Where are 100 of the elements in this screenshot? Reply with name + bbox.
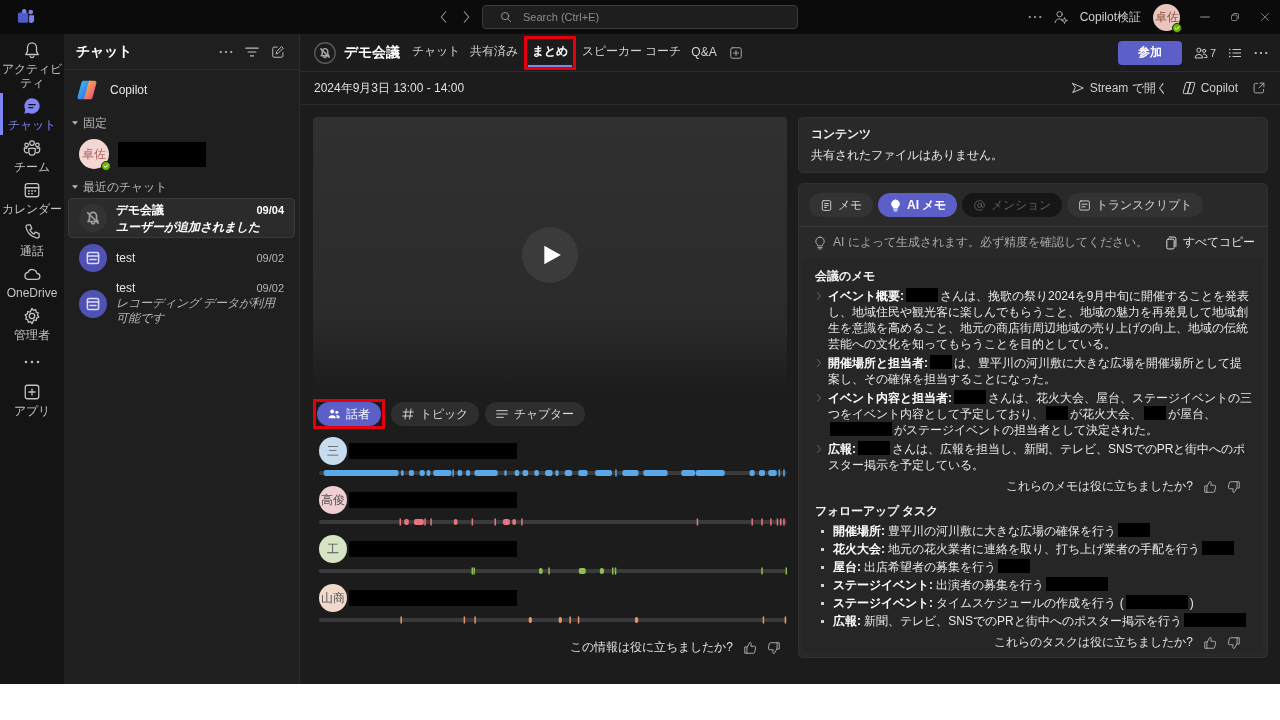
bullet-icon (821, 566, 824, 569)
search-field[interactable]: Search (Ctrl+E) (482, 5, 798, 29)
thumbs-up-icon[interactable] (1203, 635, 1217, 650)
person-settings-icon[interactable] (1053, 10, 1068, 24)
bell-icon (23, 41, 41, 59)
thumbs-up-icon[interactable] (1203, 479, 1217, 494)
join-button[interactable]: 参加 (1117, 40, 1182, 65)
notes-tab[interactable]: トランスクリプト (1067, 193, 1204, 217)
avatar: 高俊 (319, 486, 347, 514)
meeting-title: デモ会議 (344, 43, 400, 62)
copilot-icon (1181, 81, 1196, 95)
bullet-icon (821, 548, 824, 551)
copy-all-button[interactable]: すべてコピー (1164, 234, 1255, 251)
more-icon[interactable] (1027, 15, 1042, 19)
chat-date: 09/04 (256, 204, 284, 216)
compose-icon[interactable] (271, 44, 285, 59)
chevron-icon[interactable] (817, 394, 821, 402)
chevron-icon[interactable] (817, 445, 821, 453)
thumbs-up-icon[interactable] (743, 640, 757, 655)
note-icon (820, 198, 833, 212)
header-action-button[interactable]: Copilot (1181, 81, 1238, 95)
app-bar-item[interactable]: アプリ (0, 379, 64, 421)
forward-icon[interactable] (463, 11, 470, 23)
chat-preview: ユーザーが追加されました (116, 219, 261, 235)
meeting-tab[interactable]: チャット (408, 38, 464, 67)
add-tab-icon[interactable] (728, 45, 743, 60)
app-bar-item[interactable]: 通話 (0, 219, 64, 261)
notes-tab[interactable]: メモ (809, 193, 873, 217)
chat-list-item[interactable]: test 09/02 (68, 238, 295, 278)
muted-bell-icon (314, 41, 336, 64)
more-icon[interactable] (1254, 50, 1268, 55)
people-icon (1193, 45, 1208, 60)
card-title: コンテンツ (811, 126, 872, 143)
app-bar-item[interactable]: カレンダー (0, 177, 64, 219)
avatar: 三 (319, 437, 347, 465)
chat-title: test (116, 251, 136, 265)
hash-icon (402, 408, 414, 420)
at-sign-icon (973, 198, 987, 212)
phone-icon (23, 222, 41, 241)
filter-pill[interactable]: トピック (391, 402, 479, 426)
note-text: 開催場所と担当者: は、豊平川の河川敷に大きな広場を開催場所として提案し、その確保を担当することになった。 (828, 355, 1243, 387)
avatar[interactable]: 卓佐 (1153, 3, 1180, 31)
section-header[interactable]: 最近のチャット (64, 176, 299, 198)
calendar-icon (23, 180, 41, 199)
chat-list-item[interactable]: 卓佐 (68, 134, 295, 174)
thumbs-down-icon[interactable] (1227, 635, 1241, 650)
chat-date: 09/02 (256, 282, 284, 294)
app-bar-item[interactable]: アクティビティ (0, 38, 64, 93)
chevron-icon[interactable] (817, 292, 821, 300)
chat-list-item[interactable]: test 09/02 レコーディング データが利用可能です (68, 278, 295, 329)
avatar: 卓佐 (79, 139, 109, 169)
app-bar-item[interactable]: チーム (0, 135, 64, 177)
filter-pill[interactable]: チャプター (485, 402, 585, 426)
chat-title: デモ会議 (116, 201, 164, 219)
more-icon (24, 360, 40, 364)
participants-button[interactable]: 7 (1193, 45, 1216, 60)
pop-out-icon[interactable] (1252, 81, 1266, 95)
filter-icon[interactable] (245, 44, 259, 59)
lines-icon (496, 408, 508, 420)
more-icon[interactable] (219, 49, 233, 54)
thumbs-down-icon[interactable] (1227, 479, 1241, 494)
task-text: 開催場所: 豊平川の河川敷に大きな広場の確保を行う (833, 523, 1153, 539)
copilot-chat-item[interactable]: Copilot (64, 70, 299, 110)
close-icon[interactable] (1260, 12, 1270, 22)
section-header[interactable]: 固定 (64, 112, 299, 134)
panel-title: チャット (76, 42, 132, 61)
chevron-icon[interactable] (817, 359, 821, 367)
app-bar-item[interactable]: チャット (0, 93, 64, 135)
meeting-tab[interactable]: 共有済み (466, 38, 522, 67)
meeting-tab[interactable]: まとめ (528, 38, 572, 67)
add-app-icon (23, 382, 41, 401)
feedback-question: これらのタスクは役に立ちましたか? (994, 634, 1193, 651)
notes-tab[interactable]: AI メモ (878, 193, 958, 217)
section-heading: 会議のメモ (815, 268, 876, 285)
chat-list-item[interactable]: デモ会議 09/04 ユーザーが追加されました (68, 198, 295, 238)
section-heading: フォローアップ タスク (815, 503, 940, 520)
copy-icon (1164, 235, 1178, 250)
teams-logo-icon[interactable] (17, 8, 35, 26)
account-name: Copilot検証 (1079, 8, 1141, 26)
thumbs-down-icon[interactable] (767, 640, 781, 655)
app-bar-item[interactable]: OneDrive (0, 261, 64, 303)
ai-disclaimer: AI によって生成されます。必ず精度を確認してください。 (833, 234, 1149, 251)
filter-pill[interactable]: 話者 (317, 402, 381, 426)
back-icon[interactable] (440, 11, 447, 23)
meeting-tab[interactable]: Q&A (687, 38, 721, 67)
chat-date: 09/02 (256, 252, 284, 264)
feedback-question: この情報は役に立ちましたか? (570, 639, 733, 656)
meeting-tab[interactable]: スピーカー コーチ (578, 38, 686, 67)
bullet-icon (821, 620, 824, 623)
play-icon (541, 243, 563, 267)
app-bar-item[interactable]: 管理者 (0, 303, 64, 345)
task-text: 花火大会: 地元の花火業者に連絡を取り、打ち上げ業者の手配を行う (833, 541, 1237, 557)
restore-icon[interactable] (1230, 12, 1240, 22)
muted-bell-icon (79, 204, 107, 232)
chat-title: test (116, 281, 136, 295)
note-text: イベント内容と担当者: さんは、花火大会、屋台、ステージイベントの三つをイベント内容として予定しており、 が花火大会、 が屋台、 がステージイベントの担当者として決定された。 (828, 390, 1253, 438)
header-action-button[interactable]: Stream で開く (1070, 79, 1168, 97)
search-icon (500, 11, 512, 23)
bullet-icon (821, 584, 824, 587)
lightbulb-icon (813, 235, 827, 250)
